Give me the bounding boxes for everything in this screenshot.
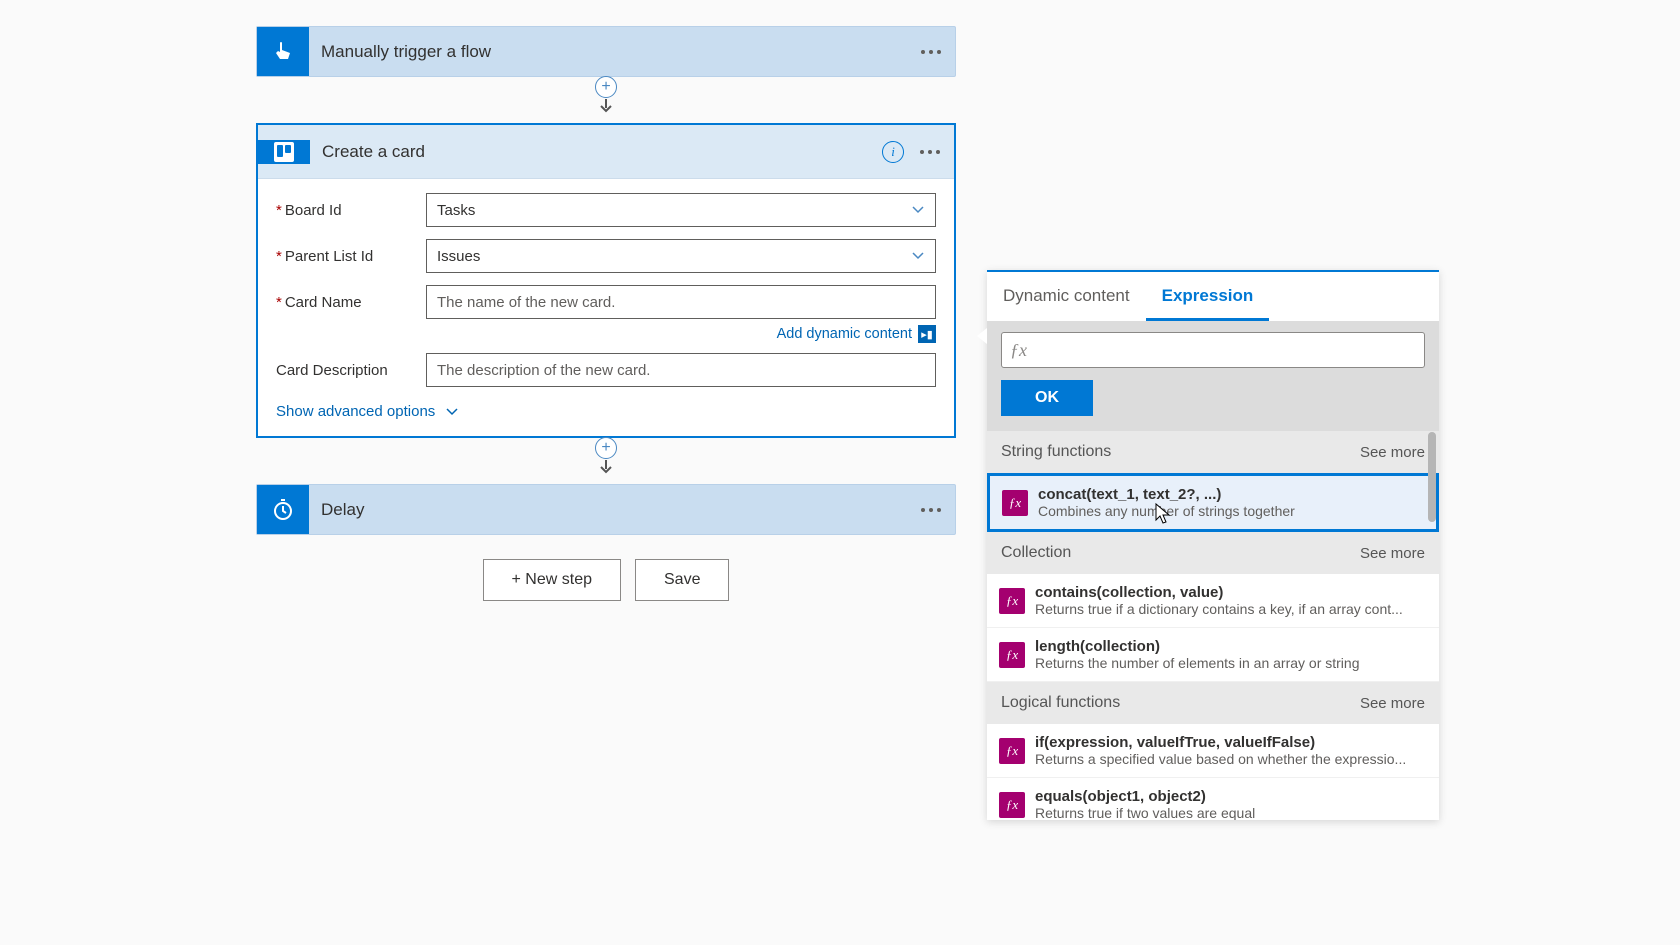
card-description-label: Card Description — [276, 362, 426, 379]
show-advanced-options[interactable]: Show advanced options — [276, 399, 459, 424]
trello-icon — [258, 140, 310, 164]
trigger-card[interactable]: Manually trigger a flow — [256, 26, 956, 77]
card-description-input[interactable] — [426, 353, 936, 387]
fx-icon: ƒx — [999, 792, 1025, 818]
board-id-select[interactable]: Tasks — [426, 193, 936, 227]
fx-icon: ƒx — [999, 642, 1025, 668]
scrollbar-thumb[interactable] — [1428, 432, 1436, 522]
fn-equals[interactable]: ƒx equals(object1, object2) Returns true… — [987, 778, 1439, 820]
touch-icon — [257, 27, 309, 76]
stopwatch-icon — [257, 485, 309, 534]
arrow-down-icon — [599, 99, 613, 113]
category-collection: Collection See more — [987, 532, 1439, 574]
category-string: String functions See more — [987, 431, 1439, 473]
card-name-input[interactable] — [426, 285, 936, 319]
chevron-down-icon — [911, 249, 925, 263]
create-card-title: Create a card — [310, 142, 882, 162]
board-id-label: *Board Id — [276, 202, 426, 219]
delay-card[interactable]: Delay — [256, 484, 956, 535]
arrow-down-icon — [599, 460, 613, 474]
add-step-icon[interactable]: + — [595, 76, 617, 98]
fx-icon: ƒx — [1010, 340, 1027, 361]
connector: + — [256, 77, 956, 123]
more-menu[interactable] — [920, 150, 940, 154]
fx-input[interactable]: ƒx — [1001, 332, 1425, 368]
parent-list-id-label: *Parent List Id — [276, 248, 426, 265]
panel-pointer — [977, 328, 987, 344]
fn-length[interactable]: ƒx length(collection) Returns the number… — [987, 628, 1439, 682]
parent-list-id-select[interactable]: Issues — [426, 239, 936, 273]
see-more-link[interactable]: See more — [1360, 444, 1425, 461]
card-name-label: *Card Name — [276, 294, 426, 311]
fx-icon: ƒx — [999, 588, 1025, 614]
fn-if[interactable]: ƒx if(expression, valueIfTrue, valueIfFa… — [987, 724, 1439, 778]
tab-dynamic-content[interactable]: Dynamic content — [987, 272, 1146, 321]
chevron-down-icon — [911, 203, 925, 217]
trigger-title: Manually trigger a flow — [309, 27, 921, 76]
save-button[interactable]: Save — [635, 559, 729, 601]
more-menu[interactable] — [921, 508, 941, 512]
new-step-button[interactable]: + New step — [483, 559, 621, 601]
see-more-link[interactable]: See more — [1360, 545, 1425, 562]
expression-panel: Dynamic content Expression ƒx OK String … — [987, 270, 1439, 820]
fn-contains[interactable]: ƒx contains(collection, value) Returns t… — [987, 574, 1439, 628]
fn-concat[interactable]: ƒx concat(text_1, text_2?, ...) Combines… — [987, 473, 1439, 532]
chevron-down-icon — [445, 405, 459, 419]
category-logical: Logical functions See more — [987, 682, 1439, 724]
fx-icon: ƒx — [1002, 490, 1028, 516]
info-icon[interactable]: i — [882, 141, 904, 163]
add-dynamic-content[interactable]: Add dynamic content ▸▮ — [276, 325, 936, 343]
tab-expression[interactable]: Expression — [1146, 272, 1270, 321]
see-more-link[interactable]: See more — [1360, 695, 1425, 712]
more-menu[interactable] — [921, 50, 941, 54]
connector: + — [256, 438, 956, 484]
delay-title: Delay — [309, 485, 921, 534]
fx-icon: ƒx — [999, 738, 1025, 764]
add-step-icon[interactable]: + — [595, 437, 617, 459]
dynamic-badge-icon: ▸▮ — [918, 325, 936, 343]
ok-button[interactable]: OK — [1001, 380, 1093, 416]
create-card-action: Create a card i *Board Id Tasks — [256, 123, 956, 438]
